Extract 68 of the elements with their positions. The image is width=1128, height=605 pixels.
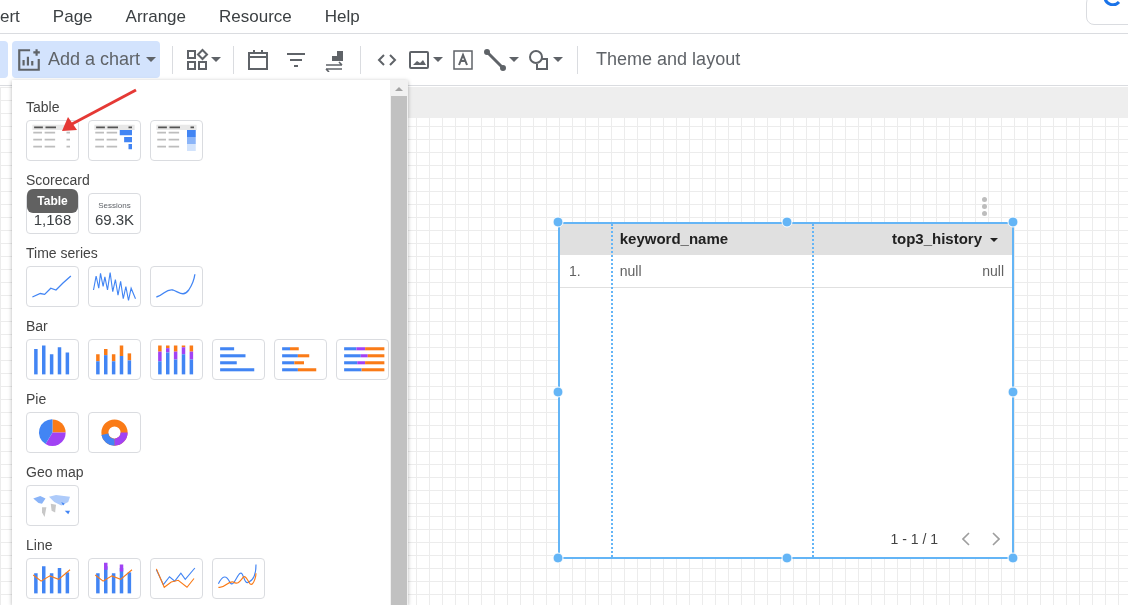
table-chart[interactable]: keyword_name top3_history 1. null null 1 - 1 / 1 <box>558 222 1014 559</box>
chart-type-option[interactable] <box>212 558 265 599</box>
scorecard-thumbnail[interactable]: Sessions 69.3K <box>88 193 141 234</box>
previous-page-icon[interactable] <box>962 532 970 546</box>
chart-type-option[interactable] <box>26 485 79 526</box>
caret-icon <box>553 57 564 62</box>
caret-icon <box>509 57 520 62</box>
theme-layout-button[interactable]: Theme and layout <box>592 46 745 73</box>
resize-handle[interactable] <box>552 216 564 228</box>
chart-type-option[interactable] <box>212 339 265 380</box>
section-heading: Line <box>26 536 54 555</box>
controls-icon[interactable] <box>185 47 210 72</box>
text-box-icon[interactable] <box>451 47 476 72</box>
chart-type-option[interactable] <box>26 339 79 380</box>
resize-handle[interactable] <box>781 216 793 228</box>
section-heading: Scorecard <box>26 171 91 190</box>
resize-handle[interactable] <box>1007 552 1019 564</box>
menu-item[interactable]: Page <box>52 3 93 30</box>
scorecard-value: 1,168 <box>33 211 72 228</box>
resize-handle[interactable] <box>1007 386 1019 398</box>
chart-type-option[interactable] <box>274 339 327 380</box>
calendar-icon[interactable] <box>246 47 271 72</box>
chart-type-option[interactable] <box>26 120 79 161</box>
chart-type-option[interactable] <box>88 339 141 380</box>
chart-type-option[interactable] <box>150 558 203 599</box>
scroll-up-icon[interactable] <box>395 87 403 91</box>
menu-item[interactable]: ert <box>0 3 20 30</box>
caret-icon <box>146 57 157 62</box>
chart-type-option[interactable] <box>88 412 141 453</box>
menu-item[interactable]: Help <box>324 3 360 30</box>
caret-icon <box>433 57 444 62</box>
resize-handle[interactable] <box>1007 216 1019 228</box>
column-header[interactable]: top3_history <box>811 224 1012 255</box>
chart-type-option[interactable] <box>26 412 79 453</box>
more-options-icon[interactable] <box>982 197 988 216</box>
pagination-label: 1 - 1 / 1 <box>890 529 938 549</box>
section-heading: Pie <box>26 390 48 409</box>
add-chart-button[interactable]: Add a chart <box>12 41 161 78</box>
chart-type-option[interactable] <box>336 339 389 380</box>
section-heading: Table <box>26 98 61 117</box>
chart-thumbnail-icon <box>91 269 138 304</box>
section-heading: Time series <box>26 244 99 263</box>
section-heading: Bar <box>26 317 49 336</box>
chart-type-option[interactable] <box>150 339 203 380</box>
next-page-icon[interactable] <box>992 532 1000 546</box>
chart-type-option[interactable] <box>26 558 79 599</box>
line-icon[interactable] <box>483 47 508 72</box>
chart-type-option[interactable] <box>88 266 141 307</box>
resize-handle[interactable] <box>552 552 564 564</box>
caret-icon <box>211 57 222 62</box>
row-number: 1. <box>568 261 582 281</box>
chart-type-option[interactable] <box>150 266 203 307</box>
chart-type-option[interactable] <box>26 266 79 307</box>
chart-type-option[interactable] <box>150 120 203 161</box>
tooltip: Table <box>27 189 78 213</box>
menu-item[interactable]: Resource <box>219 3 292 30</box>
scorecard-value: 69.3K <box>94 211 135 228</box>
section-heading: Geo map <box>26 463 85 482</box>
add-chart-icon <box>16 46 42 73</box>
chart-type-option[interactable] <box>88 120 141 161</box>
column-header[interactable]: keyword_name <box>611 224 812 255</box>
table-cell-text: null <box>618 261 643 281</box>
scorecard-caption: Sessions <box>98 201 131 211</box>
resize-handle[interactable] <box>552 386 564 398</box>
chart-type-option[interactable] <box>88 558 141 599</box>
resize-handle[interactable] <box>781 552 793 564</box>
table-cell-text: null <box>981 261 1005 281</box>
menu-item[interactable]: Arrange <box>125 3 187 30</box>
